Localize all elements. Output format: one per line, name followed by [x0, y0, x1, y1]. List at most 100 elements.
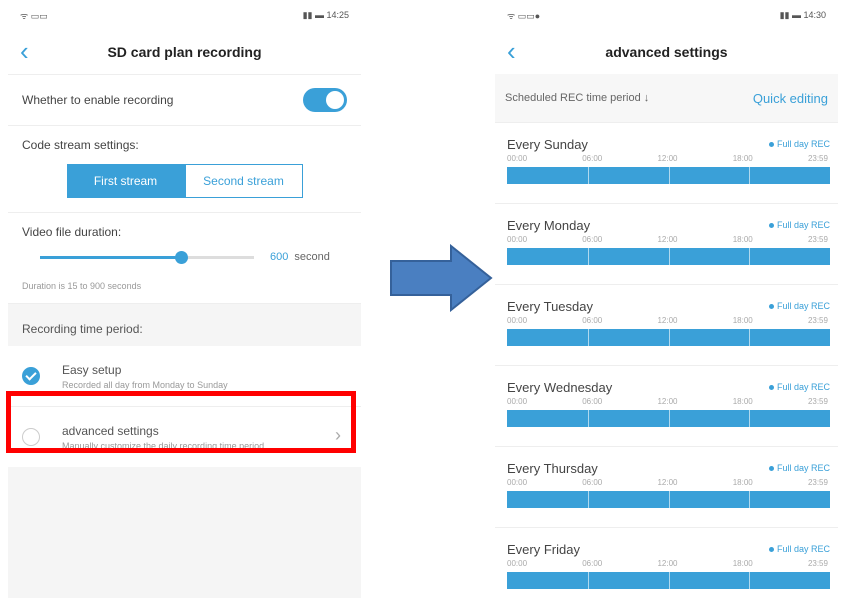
- time-tick-label: 12:00: [657, 316, 678, 325]
- status-bar-2: ⁠ᯤ ⁠▭▭● ⁠▮▮ ▬ 14:30: [495, 0, 838, 30]
- time-ticks: 00:00 06:00 12:00 18:00 23:59: [507, 559, 828, 568]
- day-name: Every Monday: [507, 218, 591, 233]
- duration-slider-thumb[interactable]: [175, 250, 189, 264]
- time-tick-label: 23:59: [807, 154, 828, 163]
- day-name: Every Wednesday: [507, 380, 613, 395]
- day-row[interactable]: Every Friday Full day REC 00:00 06:00 12:00 1…: [495, 528, 838, 600]
- first-stream-button[interactable]: First stream: [66, 164, 185, 198]
- toggle-knob: [326, 91, 344, 109]
- full-day-badge: Full day REC: [768, 544, 830, 554]
- right-arrow-icon: [390, 244, 493, 312]
- enable-recording-label: Whether to enable recording: [22, 93, 174, 107]
- time-tick-label: 06:00: [582, 316, 603, 325]
- time-bar-divider: [587, 410, 589, 427]
- time-bar-divider: [668, 410, 670, 427]
- time-tick-label: 12:00: [657, 397, 678, 406]
- sd-card-plan-screen: ⁠ᯤ ⁠▭▭ ⁠▮▮ ▬ 14:25 ‹ SD card plan record…: [8, 0, 361, 598]
- status-dot-icon: [768, 466, 774, 472]
- easy-setup-title: Easy setup: [62, 362, 122, 377]
- duration-slider-fill: [40, 255, 182, 259]
- day-row[interactable]: Every Monday Full day REC 00:00 06:00 12:00 1…: [495, 204, 838, 285]
- time-tick-label: 23:59: [807, 316, 828, 325]
- time-bar-divider: [668, 167, 670, 184]
- time-tick-label: 18:00: [732, 235, 753, 244]
- stream-segmented-control: First stream Second stream: [22, 164, 347, 198]
- time-tick-label: 12:00: [657, 478, 678, 487]
- easy-setup-text: Easy setup Recorded all day from Monday …: [62, 363, 292, 390]
- status-dot-icon: [768, 304, 774, 310]
- full-day-badge-text: Full day REC: [776, 301, 830, 311]
- time-tick-label: 23:59: [807, 397, 828, 406]
- day-name: Every Friday: [507, 542, 580, 557]
- time-tick-label: 00:00: [507, 154, 528, 163]
- time-bar-divider: [749, 410, 751, 427]
- enable-recording-row: Whether to enable recording: [8, 75, 361, 126]
- time-tick-label: 23:59: [807, 478, 828, 487]
- full-day-badge-text: Full day REC: [776, 220, 830, 230]
- nav-bar-2: ‹ advanced settings: [495, 30, 838, 74]
- duration-hint: Duration is 15 to 900 seconds: [22, 281, 142, 291]
- day-row[interactable]: Every Sunday Full day REC 00:00 06:00 12:00 1…: [495, 123, 838, 204]
- time-tick-label: 23:59: [807, 235, 828, 244]
- time-bar-divider: [668, 248, 670, 265]
- time-tick-label: 18:00: [732, 316, 753, 325]
- quick-editing-link[interactable]: Quick editing: [753, 91, 828, 106]
- day-name: Every Thursday: [507, 461, 598, 476]
- page-title-2: advanced settings: [605, 44, 728, 60]
- duration-slider-line: 600 second: [22, 250, 347, 264]
- time-ticks: 00:00 06:00 12:00 18:00 23:59: [507, 397, 828, 406]
- time-bar-divider: [749, 167, 751, 184]
- time-tick-label: 06:00: [582, 478, 603, 487]
- status-right: ⁠▮▮ ▬ 14:25: [302, 9, 349, 20]
- back-chevron-icon[interactable]: ‹: [20, 38, 29, 64]
- recording-period-label: Recording time period:: [8, 303, 361, 346]
- time-bar-divider: [587, 167, 589, 184]
- time-bar-divider: [749, 572, 751, 589]
- time-ticks: 00:00 06:00 12:00 18:00 23:59: [507, 478, 828, 487]
- time-tick-label: 00:00: [507, 478, 528, 487]
- full-day-badge: Full day REC: [768, 463, 830, 473]
- time-tick-label: 12:00: [657, 235, 678, 244]
- second-stream-button[interactable]: Second stream: [184, 164, 303, 198]
- status-dot-icon: [768, 385, 774, 391]
- time-tick-label: 00:00: [507, 397, 528, 406]
- full-day-badge: Full day REC: [768, 382, 830, 392]
- video-duration-row: Video file duration: 600 second Duration…: [8, 213, 361, 303]
- time-bar-divider: [587, 572, 589, 589]
- time-tick-label: 06:00: [582, 154, 603, 163]
- day-row[interactable]: Every Thursday Full day REC 00:00 06:00 12:0…: [495, 447, 838, 528]
- duration-unit: second: [294, 251, 330, 263]
- easy-setup-radio-icon[interactable]: [22, 367, 40, 385]
- day-row[interactable]: Every Tuesday Full day REC 00:00 06:00 12:00…: [495, 285, 838, 366]
- full-day-badge: Full day REC: [768, 220, 830, 230]
- recording-time-bar: [507, 572, 830, 589]
- status-dot-icon: [768, 547, 774, 553]
- time-bar-divider: [749, 329, 751, 346]
- recording-time-bar: [507, 167, 830, 184]
- back-chevron-icon-2[interactable]: ‹: [507, 38, 516, 64]
- status-bar: ⁠ᯤ ⁠▭▭ ⁠▮▮ ▬ 14:25: [8, 0, 361, 30]
- day-list: Every Sunday Full day REC 00:00 06:00 12:00 1…: [495, 123, 838, 600]
- easy-setup-highlight-box: [6, 391, 356, 453]
- time-tick-label: 00:00: [507, 559, 528, 568]
- recording-time-bar: [507, 410, 830, 427]
- time-tick-label: 18:00: [732, 397, 753, 406]
- schedule-label[interactable]: Scheduled REC time period ↓: [505, 92, 649, 104]
- day-row[interactable]: Every Wednesday Full day REC 00:00 06:00 12:…: [495, 366, 838, 447]
- day-name: Every Sunday: [507, 137, 588, 152]
- full-day-badge-text: Full day REC: [776, 139, 830, 149]
- full-day-badge: Full day REC: [768, 139, 830, 149]
- duration-slider-track[interactable]: [40, 250, 254, 264]
- time-tick-label: 00:00: [507, 235, 528, 244]
- time-tick-label: 23:59: [807, 559, 828, 568]
- day-name: Every Tuesday: [507, 299, 593, 314]
- recording-time-bar: [507, 491, 830, 508]
- time-ticks: 00:00 06:00 12:00 18:00 23:59: [507, 235, 828, 244]
- time-tick-label: 12:00: [657, 559, 678, 568]
- time-ticks: 00:00 06:00 12:00 18:00 23:59: [507, 154, 828, 163]
- full-day-badge-text: Full day REC: [776, 544, 830, 554]
- video-duration-label: Video file duration:: [22, 225, 122, 239]
- time-bar-divider: [749, 248, 751, 265]
- time-bar-divider: [587, 329, 589, 346]
- enable-recording-toggle[interactable]: [303, 88, 347, 112]
